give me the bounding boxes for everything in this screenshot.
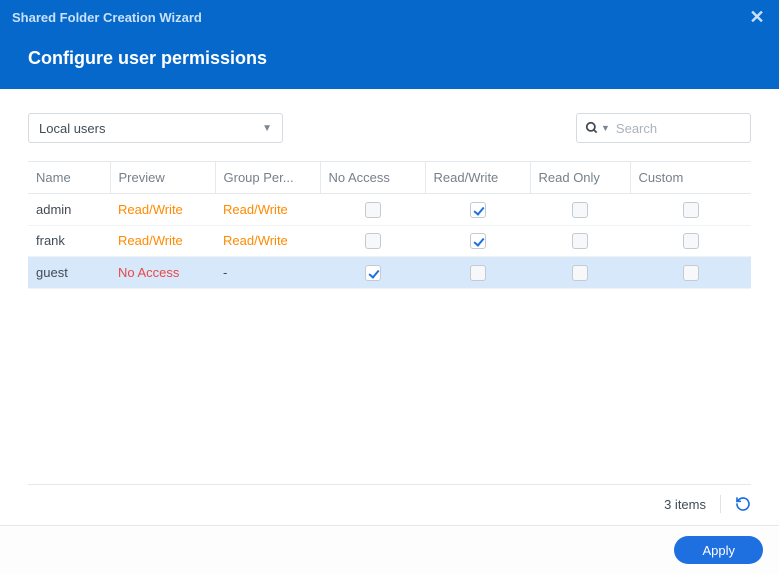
item-count-label: 3 items bbox=[664, 497, 706, 512]
cell-preview: No Access bbox=[118, 265, 179, 280]
window-title: Shared Folder Creation Wizard bbox=[12, 10, 747, 25]
table-row[interactable]: frank Read/Write Read/Write bbox=[28, 225, 751, 257]
col-header-name[interactable]: Name bbox=[28, 162, 110, 194]
page-title: Configure user permissions bbox=[0, 34, 779, 89]
search-box[interactable]: ▼ bbox=[576, 113, 751, 143]
col-header-rw[interactable]: Read/Write bbox=[425, 162, 530, 194]
wizard-window: Shared Folder Creation Wizard ✕ Configur… bbox=[0, 0, 779, 574]
checkbox-read-write[interactable] bbox=[470, 233, 486, 249]
content-area: Local users ▼ ▼ Name Preview Group Per..… bbox=[0, 89, 779, 525]
toolbar: Local users ▼ ▼ bbox=[28, 113, 751, 143]
user-scope-label: Local users bbox=[39, 121, 262, 136]
checkbox-custom[interactable] bbox=[683, 233, 699, 249]
checkbox-no-access[interactable] bbox=[365, 265, 381, 281]
col-header-noaccess[interactable]: No Access bbox=[320, 162, 425, 194]
search-icon bbox=[585, 121, 599, 135]
dialog-footer: Apply bbox=[0, 525, 779, 574]
col-header-preview[interactable]: Preview bbox=[110, 162, 215, 194]
table-header-row: Name Preview Group Per... No Access Read… bbox=[28, 162, 751, 194]
close-icon[interactable]: ✕ bbox=[747, 7, 767, 28]
refresh-icon[interactable] bbox=[735, 496, 751, 512]
col-header-custom[interactable]: Custom bbox=[630, 162, 751, 194]
checkbox-read-only[interactable] bbox=[572, 202, 588, 218]
checkbox-no-access[interactable] bbox=[365, 233, 381, 249]
col-header-ro[interactable]: Read Only bbox=[530, 162, 630, 194]
search-input[interactable] bbox=[614, 120, 742, 137]
cell-group: Read/Write bbox=[223, 202, 288, 217]
col-header-group[interactable]: Group Per... bbox=[215, 162, 320, 194]
table-footer: 3 items bbox=[28, 484, 751, 525]
checkbox-custom[interactable] bbox=[683, 265, 699, 281]
chevron-down-icon: ▼ bbox=[601, 123, 610, 133]
checkbox-read-write[interactable] bbox=[470, 202, 486, 218]
cell-group: Read/Write bbox=[223, 233, 288, 248]
chevron-down-icon: ▼ bbox=[262, 123, 272, 134]
cell-preview: Read/Write bbox=[118, 233, 183, 248]
cell-name: frank bbox=[36, 233, 65, 248]
checkbox-custom[interactable] bbox=[683, 202, 699, 218]
titlebar: Shared Folder Creation Wizard ✕ bbox=[0, 0, 779, 34]
divider bbox=[720, 495, 721, 513]
apply-button[interactable]: Apply bbox=[674, 536, 763, 564]
checkbox-no-access[interactable] bbox=[365, 202, 381, 218]
table-row[interactable]: admin Read/Write Read/Write bbox=[28, 194, 751, 226]
checkbox-read-write[interactable] bbox=[470, 265, 486, 281]
table-row[interactable]: guest No Access - bbox=[28, 257, 751, 289]
cell-preview: Read/Write bbox=[118, 202, 183, 217]
user-scope-select[interactable]: Local users ▼ bbox=[28, 113, 283, 143]
cell-name: guest bbox=[36, 265, 68, 280]
permissions-table: Name Preview Group Per... No Access Read… bbox=[28, 161, 751, 289]
checkbox-read-only[interactable] bbox=[572, 265, 588, 281]
checkbox-read-only[interactable] bbox=[572, 233, 588, 249]
cell-name: admin bbox=[36, 202, 71, 217]
cell-group: - bbox=[223, 265, 227, 280]
